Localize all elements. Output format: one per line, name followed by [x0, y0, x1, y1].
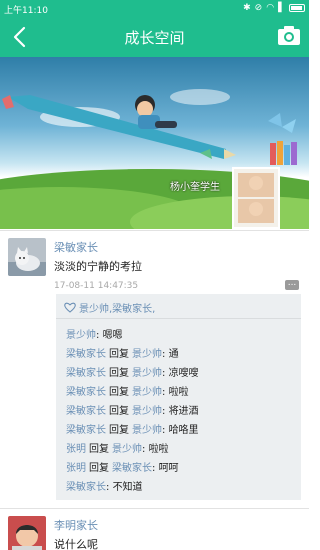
more-options-button[interactable]: ... [285, 279, 299, 290]
reply-word: 回复 [109, 368, 129, 379]
comment-row[interactable]: 梁敏家长 回复 景少帅: 凉嗖嗖 [66, 364, 199, 383]
comment-text: 啦啦 [168, 387, 189, 398]
post-separator [0, 508, 309, 509]
avatar[interactable] [8, 238, 46, 276]
comment-author[interactable]: 梁敏家长 [66, 425, 106, 436]
student-name-label: 杨小奎学生 [170, 182, 220, 193]
comment-author[interactable]: 梁敏家长 [66, 406, 106, 417]
comment-row[interactable]: 梁敏家长 回复 景少帅: 将进酒 [66, 402, 199, 421]
status-icons: ✱ ⊘ ◠ ▌ [243, 2, 305, 14]
reply-word: 回复 [109, 387, 129, 398]
cat-avatar-image [8, 238, 46, 276]
comment-text: 嗯嗯 [102, 330, 123, 341]
comment-reply-target[interactable]: 景少帅 [132, 387, 162, 398]
comment-author[interactable]: 梁敏家长 [66, 368, 106, 379]
comment-reply-target[interactable]: 景少帅 [132, 368, 162, 379]
battery-icon [289, 4, 305, 12]
title-bar: 成长空间 [0, 17, 309, 57]
comment-row[interactable]: 梁敏家长 回复 景少帅: 啦啦 [66, 383, 199, 402]
mute-icon: ⊘ [254, 3, 263, 13]
student-photo-image [234, 169, 278, 227]
comment-author[interactable]: 梁敏家长 [66, 387, 106, 398]
status-time: 上午11:10 [4, 6, 48, 16]
comment-reply-target[interactable]: 景少帅 [132, 406, 162, 417]
likes-names[interactable]: 景少帅,梁敏家长, [79, 300, 155, 315]
comment-author[interactable]: 梁敏家长 [66, 349, 106, 360]
likes-row: 景少帅,梁敏家长, [64, 300, 155, 315]
avatar[interactable] [8, 516, 46, 550]
comment-author[interactable]: 梁敏家长 [66, 482, 106, 493]
likes-divider [56, 318, 301, 319]
comment-row[interactable]: 梁敏家长 回复 景少帅: 通 [66, 345, 199, 364]
comment-text: 啦啦 [148, 444, 169, 455]
comment-text: 通 [168, 349, 179, 360]
student-photo[interactable] [232, 167, 280, 229]
reply-word: 回复 [109, 425, 129, 436]
reply-word: 回复 [89, 444, 109, 455]
comment-reply-target[interactable]: 景少帅 [112, 444, 142, 455]
comment-text: 将进酒 [168, 406, 199, 417]
comment-row[interactable]: 张明 回复 景少帅: 啦啦 [66, 440, 199, 459]
post-author[interactable]: 李明家长 [54, 517, 98, 533]
status-bar: 上午11:10 ✱ ⊘ ◠ ▌ [0, 0, 309, 17]
reply-word: 回复 [89, 463, 109, 474]
post-content: 说什么呢 [54, 538, 98, 550]
comment-row[interactable]: 景少帅: 嗯嗯 [66, 326, 199, 345]
post-timestamp: 17-08-11 14:47:35 [54, 281, 139, 291]
comment-row[interactable]: 梁敏家长: 不知道 [66, 478, 199, 497]
comment-author[interactable]: 景少帅 [66, 330, 96, 341]
comment-author[interactable]: 张明 [66, 444, 86, 455]
wifi-icon: ◠ [266, 3, 275, 13]
comment-list: 景少帅: 嗯嗯 梁敏家长 回复 景少帅: 通梁敏家长 回复 景少帅: 凉嗖嗖 梁敏家长 回复景… [66, 326, 199, 497]
comment-reply-target[interactable]: 景少帅 [132, 349, 162, 360]
comment-row[interactable]: 张明 回复 梁敏家长: 呵呵 [66, 459, 199, 478]
comment-text: 凉嗖嗖 [168, 368, 199, 379]
reply-word: 回复 [109, 406, 129, 417]
comment-reply-target[interactable]: 景少帅 [132, 425, 162, 436]
comment-author[interactable]: 张明 [66, 463, 86, 474]
comment-text: 呵呵 [158, 463, 179, 474]
comment-box: 景少帅,梁敏家长, 景少帅: 嗯嗯 梁敏家长 回复 景少帅: 通梁敏家长 回复 景少帅: … [56, 294, 301, 500]
heart-icon [64, 302, 76, 313]
comment-row[interactable]: 梁敏家长 回复 景少帅: 哈咯里 [66, 421, 199, 440]
comment-reply-target[interactable]: 梁敏家长 [112, 463, 152, 474]
bluetooth-icon: ✱ [243, 3, 251, 13]
signal-icon: ▌ [278, 3, 285, 13]
camera-button[interactable] [277, 25, 301, 47]
post-item: 李明家长 说什么呢 [0, 514, 309, 550]
comment-text: 不知道 [112, 482, 143, 493]
child-avatar-image [8, 516, 46, 550]
reply-word: 回复 [109, 349, 129, 360]
page-title: 成长空间 [124, 29, 185, 47]
comment-text: 哈咯里 [168, 425, 199, 436]
post-content: 淡淡的宁静的考拉 [54, 260, 142, 273]
post-author[interactable]: 梁敏家长 [54, 239, 98, 255]
camera-icon [278, 26, 300, 45]
